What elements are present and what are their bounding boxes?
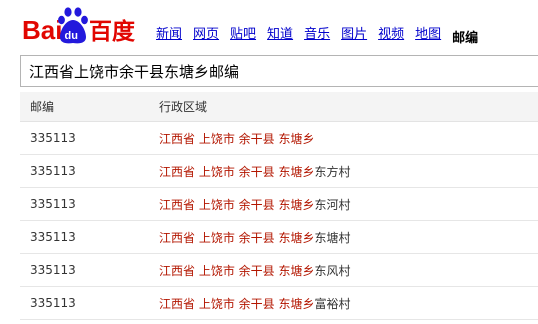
cell-code: 335113 bbox=[30, 131, 76, 145]
search-box bbox=[20, 55, 538, 87]
table-row: 335113 江西省 上饶市 余干县 东塘乡 bbox=[20, 122, 538, 155]
nav-tieba[interactable]: 贴吧 bbox=[230, 27, 256, 46]
nav-music[interactable]: 音乐 bbox=[304, 27, 330, 46]
region-link[interactable]: 江西省 上饶市 余干县 东塘乡 bbox=[159, 132, 314, 146]
nav-video[interactable]: 视频 bbox=[378, 27, 404, 46]
table-row: 335113 江西省 上饶市 余干县 东塘乡东河村 bbox=[20, 188, 538, 221]
cell-area: 江西省 上饶市 余干县 东塘乡东方村 bbox=[159, 163, 538, 180]
cell-code: 335113 bbox=[30, 164, 76, 178]
cell-code: 335113 bbox=[30, 197, 76, 211]
village-text: 东河村 bbox=[314, 197, 351, 212]
table-header: 邮编 行政区域 bbox=[20, 92, 538, 122]
village-text: 富裕村 bbox=[314, 296, 351, 311]
village-text: 东塘村 bbox=[314, 230, 351, 245]
village-text: 东风村 bbox=[314, 263, 351, 278]
nav-images[interactable]: 图片 bbox=[341, 27, 367, 46]
nav-map[interactable]: 地图 bbox=[415, 27, 441, 46]
cell-area: 江西省 上饶市 余干县 东塘乡东塘村 bbox=[159, 229, 538, 246]
region-link[interactable]: 江西省 上饶市 余干县 东塘乡 bbox=[159, 297, 314, 311]
region-link[interactable]: 江西省 上饶市 余干县 东塘乡 bbox=[159, 165, 314, 179]
table-row: 335113 江西省 上饶市 余干县 东塘乡东方村 bbox=[20, 155, 538, 188]
header: Bai du 百度 新闻 网页 贴吧 知道 音乐 图片 视频 地图 邮编 bbox=[0, 0, 538, 50]
cell-code: 335113 bbox=[30, 230, 76, 244]
region-link[interactable]: 江西省 上饶市 余干县 东塘乡 bbox=[159, 231, 314, 245]
region-link[interactable]: 江西省 上饶市 余干县 东塘乡 bbox=[159, 264, 314, 278]
postcode-table: 邮编 行政区域 335113 江西省 上饶市 余干县 东塘乡 335113 江西… bbox=[20, 92, 538, 320]
header-area: 行政区域 bbox=[159, 100, 208, 114]
search-input[interactable] bbox=[21, 56, 538, 86]
cell-area: 江西省 上饶市 余干县 东塘乡东河村 bbox=[159, 196, 538, 213]
village-text: 东方村 bbox=[314, 164, 351, 179]
cell-code: 335113 bbox=[30, 296, 76, 310]
cell-code: 335113 bbox=[30, 263, 76, 277]
nav-bar: 新闻 网页 贴吧 知道 音乐 图片 视频 地图 邮编 bbox=[156, 27, 478, 46]
cell-area: 江西省 上饶市 余干县 东塘乡东风村 bbox=[159, 262, 538, 279]
table-row: 335113 江西省 上饶市 余干县 东塘乡东风村 bbox=[20, 254, 538, 287]
nav-web[interactable]: 网页 bbox=[193, 27, 219, 46]
nav-news[interactable]: 新闻 bbox=[156, 27, 182, 46]
cell-area: 江西省 上饶市 余干县 东塘乡富裕村 bbox=[159, 295, 538, 312]
table-row: 335113 江西省 上饶市 余干县 东塘乡富裕村 bbox=[20, 287, 538, 320]
region-link[interactable]: 江西省 上饶市 余干县 东塘乡 bbox=[159, 198, 314, 212]
cell-area: 江西省 上饶市 余干县 东塘乡 bbox=[159, 130, 538, 147]
logo-text-right: 百度 bbox=[89, 18, 136, 45]
logo-text-paw: du bbox=[65, 30, 78, 42]
table-row: 335113 江西省 上饶市 余干县 东塘乡东塘村 bbox=[20, 221, 538, 254]
baidu-logo[interactable]: Bai du 百度 bbox=[22, 6, 140, 48]
nav-zhidao[interactable]: 知道 bbox=[267, 27, 293, 46]
logo-text-left: Bai bbox=[22, 15, 62, 45]
nav-postcode-current: 邮编 bbox=[452, 31, 479, 46]
header-code: 邮编 bbox=[30, 100, 55, 114]
